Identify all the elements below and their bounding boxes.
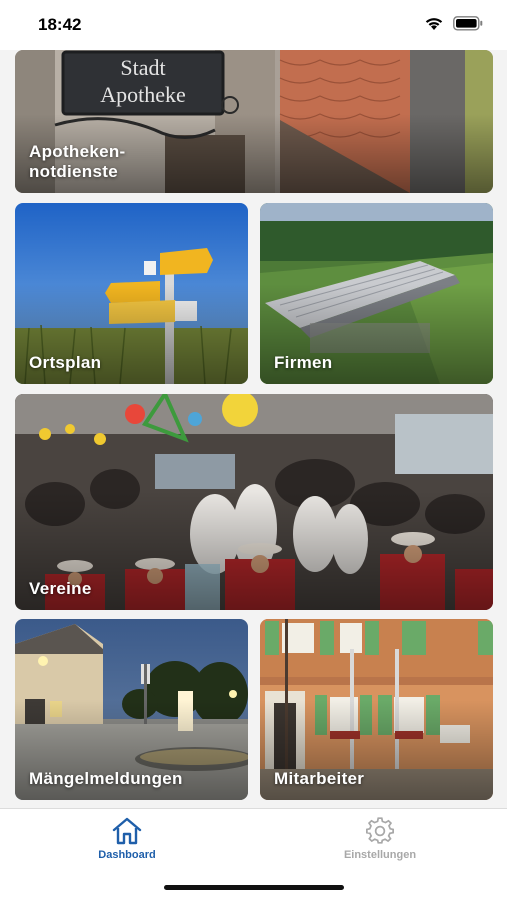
tab-einstellungen[interactable]: Einstellungen <box>310 817 450 861</box>
tile-vereine[interactable]: Vereine <box>15 394 493 610</box>
tab-dashboard[interactable]: Dashboard <box>57 817 197 861</box>
tile-label-apotheken: Apotheken- notdienste <box>29 142 126 181</box>
tile-label-vereine: Vereine <box>29 579 92 598</box>
tile-firmen[interactable]: Firmen <box>260 203 493 384</box>
tile-label-ortsplan: Ortsplan <box>29 353 102 372</box>
tile-label-firmen: Firmen <box>274 353 333 372</box>
home-indicator <box>164 885 344 890</box>
sign-text-stadt: Stadt <box>120 55 165 80</box>
wifi-icon <box>425 18 443 30</box>
tile-apotheken[interactable]: Stadt Apotheke Apotheken- notdienste <box>15 50 493 193</box>
home-icon <box>112 817 142 845</box>
battery-icon <box>453 16 483 31</box>
status-icons <box>424 16 483 31</box>
gear-icon <box>366 817 394 844</box>
tile-label-maengel: Mängelmeldungen <box>29 769 183 788</box>
tile-mitarbeiter[interactable]: Mitarbeiter <box>260 619 493 800</box>
tab-label-dashboard: Dashboard <box>98 849 156 861</box>
tile-label-mitarbeiter: Mitarbeiter <box>274 769 365 788</box>
sign-text-apotheke: Apotheke <box>100 82 186 107</box>
tile-ortsplan[interactable]: Ortsplan <box>15 203 248 384</box>
status-time: 18:42 <box>38 15 82 34</box>
status-bar: 18:42 <box>0 0 507 50</box>
tile-maengel[interactable]: Mängelmeldungen <box>15 619 248 800</box>
tab-label-einstellungen: Einstellungen <box>343 849 417 861</box>
